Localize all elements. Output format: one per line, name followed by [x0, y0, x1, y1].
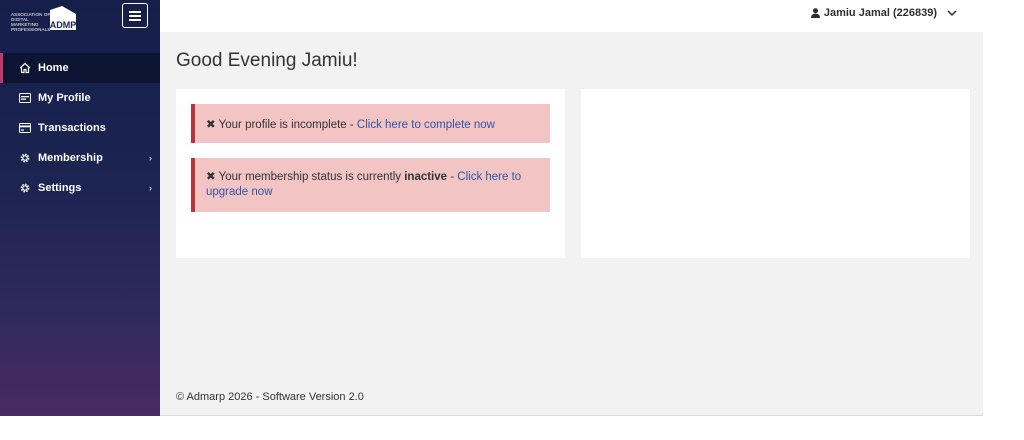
logo-mark-icon: ADMP: [50, 6, 77, 30]
credit-card-icon: [19, 122, 31, 134]
sidebar-item-membership[interactable]: Membership ›: [0, 143, 160, 173]
close-icon: ✖: [206, 171, 216, 183]
chevron-right-icon: ›: [149, 153, 152, 163]
user-icon: [810, 8, 820, 18]
alert-separator: -: [447, 171, 458, 183]
footer: © Admarp 2026 - Software Version 2.0: [176, 391, 364, 403]
sidebar-item-settings[interactable]: Settings ›: [0, 173, 160, 203]
chevron-down-icon[interactable]: [947, 9, 957, 17]
id-card-icon: [19, 92, 31, 104]
profile-incomplete-alert: ✖ Your profile is incomplete - Click here…: [191, 104, 550, 143]
sidebar-item-transactions[interactable]: Transactions: [0, 113, 160, 143]
sidebar-item-label: Transactions: [38, 122, 106, 134]
alert-text: ✖ Your profile is incomplete - Click here…: [206, 117, 495, 131]
alert-message: Your membership status is currently: [218, 171, 405, 183]
sidebar-item-label: Home: [38, 62, 69, 74]
gear-icon: [19, 152, 31, 164]
sidebar-item-label: My Profile: [38, 92, 91, 104]
gear-icon: [19, 182, 31, 194]
sidebar-item-label: Membership: [38, 152, 103, 164]
empty-card: [581, 89, 970, 258]
sidebar-nav: Home My Profile Transactions Membership: [0, 53, 160, 203]
complete-profile-link[interactable]: Click here to complete now: [357, 119, 495, 131]
user-name-label: Jamiu Jamal (226839): [823, 7, 937, 19]
sidebar: Association of Digital Marketing Profess…: [0, 0, 160, 416]
hamburger-icon: [129, 10, 141, 21]
sidebar-item-label: Settings: [38, 182, 82, 194]
svg-text:ADMP: ADMP: [50, 20, 77, 30]
logo-area: Association of Digital Marketing Profess…: [0, 0, 160, 53]
topbar: Jamiu Jamal (226839): [160, 0, 983, 32]
membership-status-value: inactive: [404, 171, 448, 183]
app-window: Association of Digital Marketing Profess…: [0, 0, 983, 416]
alert-text: ✖ Your membership status is currently ina…: [206, 170, 540, 200]
close-icon: ✖: [206, 118, 216, 131]
alert-message: Your profile is incomplete -: [218, 118, 357, 131]
alerts-card: ✖ Your profile is incomplete - Click here…: [176, 89, 565, 258]
sidebar-item-home[interactable]: Home: [0, 53, 160, 83]
home-icon: [19, 62, 31, 74]
page-title: Good Evening Jamiu!: [176, 50, 358, 71]
main-content: Jamiu Jamal (226839) Good Evening Jamiu!…: [160, 0, 983, 416]
chevron-right-icon: ›: [149, 183, 152, 193]
membership-inactive-alert: ✖ Your membership status is currently ina…: [191, 158, 550, 212]
user-menu[interactable]: Jamiu Jamal (226839): [810, 7, 957, 19]
menu-toggle-button[interactable]: [122, 3, 148, 28]
sidebar-item-my-profile[interactable]: My Profile: [0, 83, 160, 113]
